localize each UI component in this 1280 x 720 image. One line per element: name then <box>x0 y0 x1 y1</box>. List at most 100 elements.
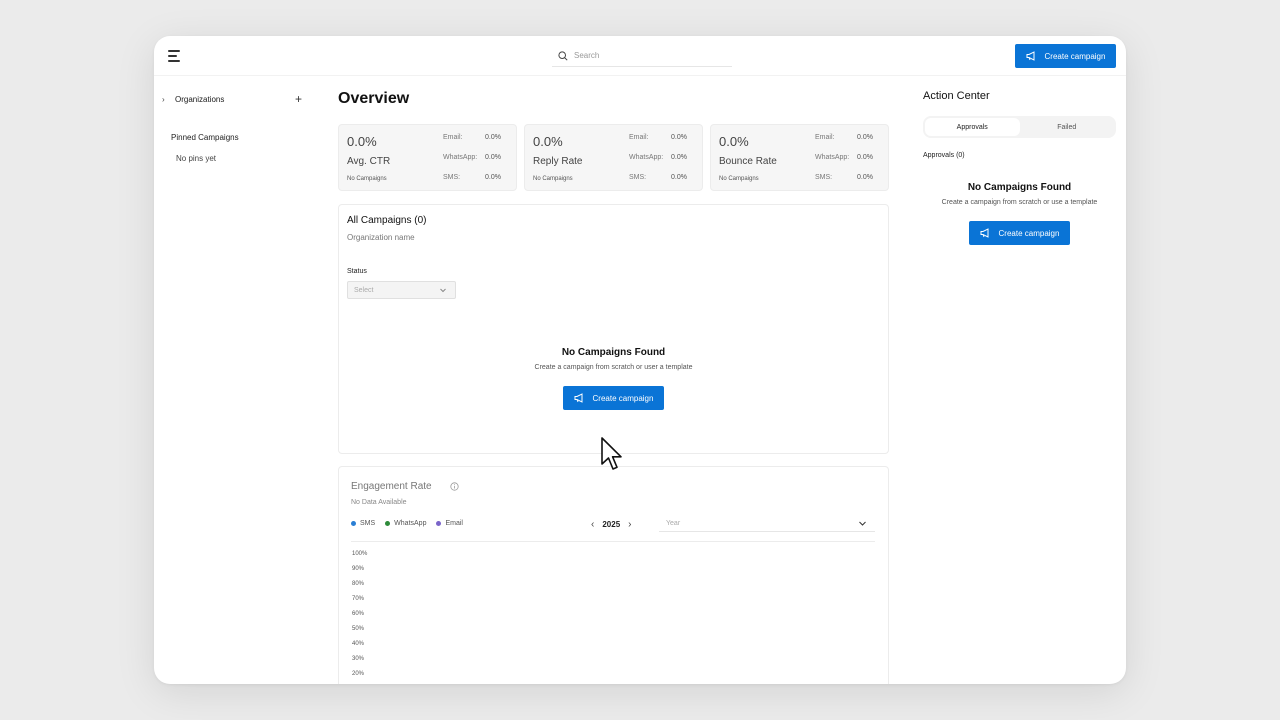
all-campaigns-panel: All Campaigns (0) Organization name Stat… <box>338 204 889 454</box>
search-bar[interactable] <box>552 45 732 67</box>
legend-item-whatsapp[interactable]: WhatsApp <box>385 520 426 527</box>
status-select[interactable]: Select <box>347 281 456 299</box>
legend-label: WhatsApp <box>394 520 427 527</box>
stat-whatsapp-value: 0.0% <box>671 154 687 161</box>
stat-email-label: Email: <box>629 134 649 141</box>
stat-email-value: 0.0% <box>485 134 501 141</box>
stat-sub: No Campaigns <box>719 176 759 182</box>
tab-approvals[interactable]: Approvals <box>925 118 1020 136</box>
campaigns-empty-title: No Campaigns Found <box>561 347 666 358</box>
stat-name: Reply Rate <box>533 156 583 167</box>
campaigns-subtitle: Organization name <box>347 233 415 242</box>
chevron-right-icon: › <box>162 94 165 104</box>
legend-dot-email <box>436 521 442 526</box>
create-campaign-label: Create campaign <box>592 393 654 403</box>
top-bar: Create campaign <box>154 36 1126 76</box>
search-input[interactable] <box>574 51 714 60</box>
y-tick: 80% <box>352 581 365 587</box>
stat-email-label: Email: <box>443 134 463 141</box>
chevron-down-icon <box>859 521 866 526</box>
sidebar: › Organizations + Pinned Campaigns No pi… <box>154 76 324 684</box>
stat-card-ctr: 0.0% Avg. CTR No Campaigns Email: 0.0% Wh… <box>338 124 517 191</box>
mouse-cursor-icon <box>601 437 622 470</box>
stat-whatsapp-label: WhatsApp: <box>629 154 664 161</box>
campaigns-empty-sub: Create a campaign from scratch or user a… <box>534 364 693 371</box>
y-tick: 30% <box>352 656 365 662</box>
legend-dot-whatsapp <box>385 521 391 526</box>
organizations-label: Organizations <box>175 94 225 104</box>
stat-whatsapp-label: WhatsApp: <box>443 154 478 161</box>
stat-sms-value: 0.0% <box>857 174 873 181</box>
megaphone-icon <box>574 393 583 403</box>
stat-whatsapp: WhatsApp: 0.0% <box>629 154 693 161</box>
stat-value: 0.0% <box>719 134 749 149</box>
stat-sub: No Campaigns <box>347 176 387 182</box>
stat-whatsapp: WhatsApp: 0.0% <box>443 154 507 161</box>
search-icon <box>558 50 568 61</box>
legend-label: Email <box>445 520 463 527</box>
stat-card-reply: 0.0% Reply Rate No Campaigns Email: 0.0% … <box>524 124 703 191</box>
engagement-title: Engagement Rate <box>351 481 432 492</box>
y-tick: 40% <box>352 641 365 647</box>
status-select-value: Select <box>354 286 374 294</box>
stat-sms-label: SMS: <box>629 174 647 181</box>
stat-whatsapp-value: 0.0% <box>857 154 873 161</box>
stat-value: 0.0% <box>533 134 563 149</box>
megaphone-icon <box>980 228 989 238</box>
campaigns-title: All Campaigns (0) <box>347 215 427 226</box>
stat-email: Email: 0.0% <box>815 134 879 141</box>
stat-whatsapp: WhatsApp: 0.0% <box>815 154 879 161</box>
year-value: 2025 <box>602 520 621 529</box>
pinned-campaigns-title: Pinned Campaigns <box>171 133 239 142</box>
chart-legend: SMS WhatsApp Email <box>351 520 463 527</box>
legend-label: SMS <box>360 520 376 527</box>
organizations-row[interactable]: › Organizations + <box>162 92 302 106</box>
stat-sms-value: 0.0% <box>485 174 501 181</box>
y-tick: 100% <box>352 551 368 557</box>
period-select[interactable]: Year <box>659 516 875 532</box>
legend-item-sms[interactable]: SMS <box>351 520 375 527</box>
create-campaign-button[interactable]: Create campaign <box>1015 44 1116 68</box>
y-tick: 50% <box>352 626 365 632</box>
chevron-down-icon <box>440 288 446 293</box>
stat-whatsapp-value: 0.0% <box>485 154 501 161</box>
info-icon[interactable] <box>450 482 459 491</box>
stat-sms-label: SMS: <box>443 174 461 181</box>
legend-dot-sms <box>351 521 356 526</box>
app-window: Create campaign › Organizations + Pinned… <box>154 36 1126 684</box>
y-tick: 60% <box>352 611 365 617</box>
period-select-value: Year <box>666 520 681 527</box>
stat-email: Email: 0.0% <box>443 134 507 141</box>
stat-card-bounce: 0.0% Bounce Rate No Campaigns Email: 0.0%… <box>710 124 889 191</box>
stat-name: Bounce Rate <box>719 156 777 167</box>
tab-failed[interactable]: Failed <box>1020 118 1115 136</box>
stat-sms: SMS: 0.0% <box>629 174 693 181</box>
stat-sms-value: 0.0% <box>671 174 687 181</box>
chevron-left-icon[interactable]: ‹ <box>591 519 594 530</box>
chevron-right-icon[interactable]: › <box>628 519 631 530</box>
stat-sms-label: SMS: <box>815 174 833 181</box>
add-organization-icon[interactable]: + <box>295 92 302 106</box>
engagement-subtitle: No Data Available <box>351 499 407 506</box>
stat-whatsapp-label: WhatsApp: <box>815 154 850 161</box>
year-navigator: ‹ 2025 › <box>591 519 631 530</box>
legend-item-email[interactable]: Email <box>436 520 463 527</box>
y-tick: 20% <box>352 671 365 677</box>
stat-value: 0.0% <box>347 134 377 149</box>
action-center-title: Action Center <box>923 90 990 102</box>
create-campaign-button[interactable]: Create campaign <box>969 221 1070 245</box>
page-title: Overview <box>338 90 410 107</box>
stat-sub: No Campaigns <box>533 176 573 182</box>
stat-email-label: Email: <box>815 134 835 141</box>
approvals-count: Approvals (0) <box>923 152 965 159</box>
create-campaign-button[interactable]: Create campaign <box>563 386 664 410</box>
create-campaign-label: Create campaign <box>998 228 1060 238</box>
stat-sms: SMS: 0.0% <box>443 174 507 181</box>
engagement-rate-panel: Engagement Rate No Data Available SMS Wh… <box>338 466 889 684</box>
menu-icon[interactable] <box>168 50 182 62</box>
megaphone-icon <box>1026 51 1035 61</box>
action-center-empty-title: No Campaigns Found <box>967 182 1072 193</box>
y-tick: 70% <box>352 596 365 602</box>
action-center-tabs: Approvals Failed <box>923 116 1116 138</box>
stat-name: Avg. CTR <box>347 156 391 167</box>
